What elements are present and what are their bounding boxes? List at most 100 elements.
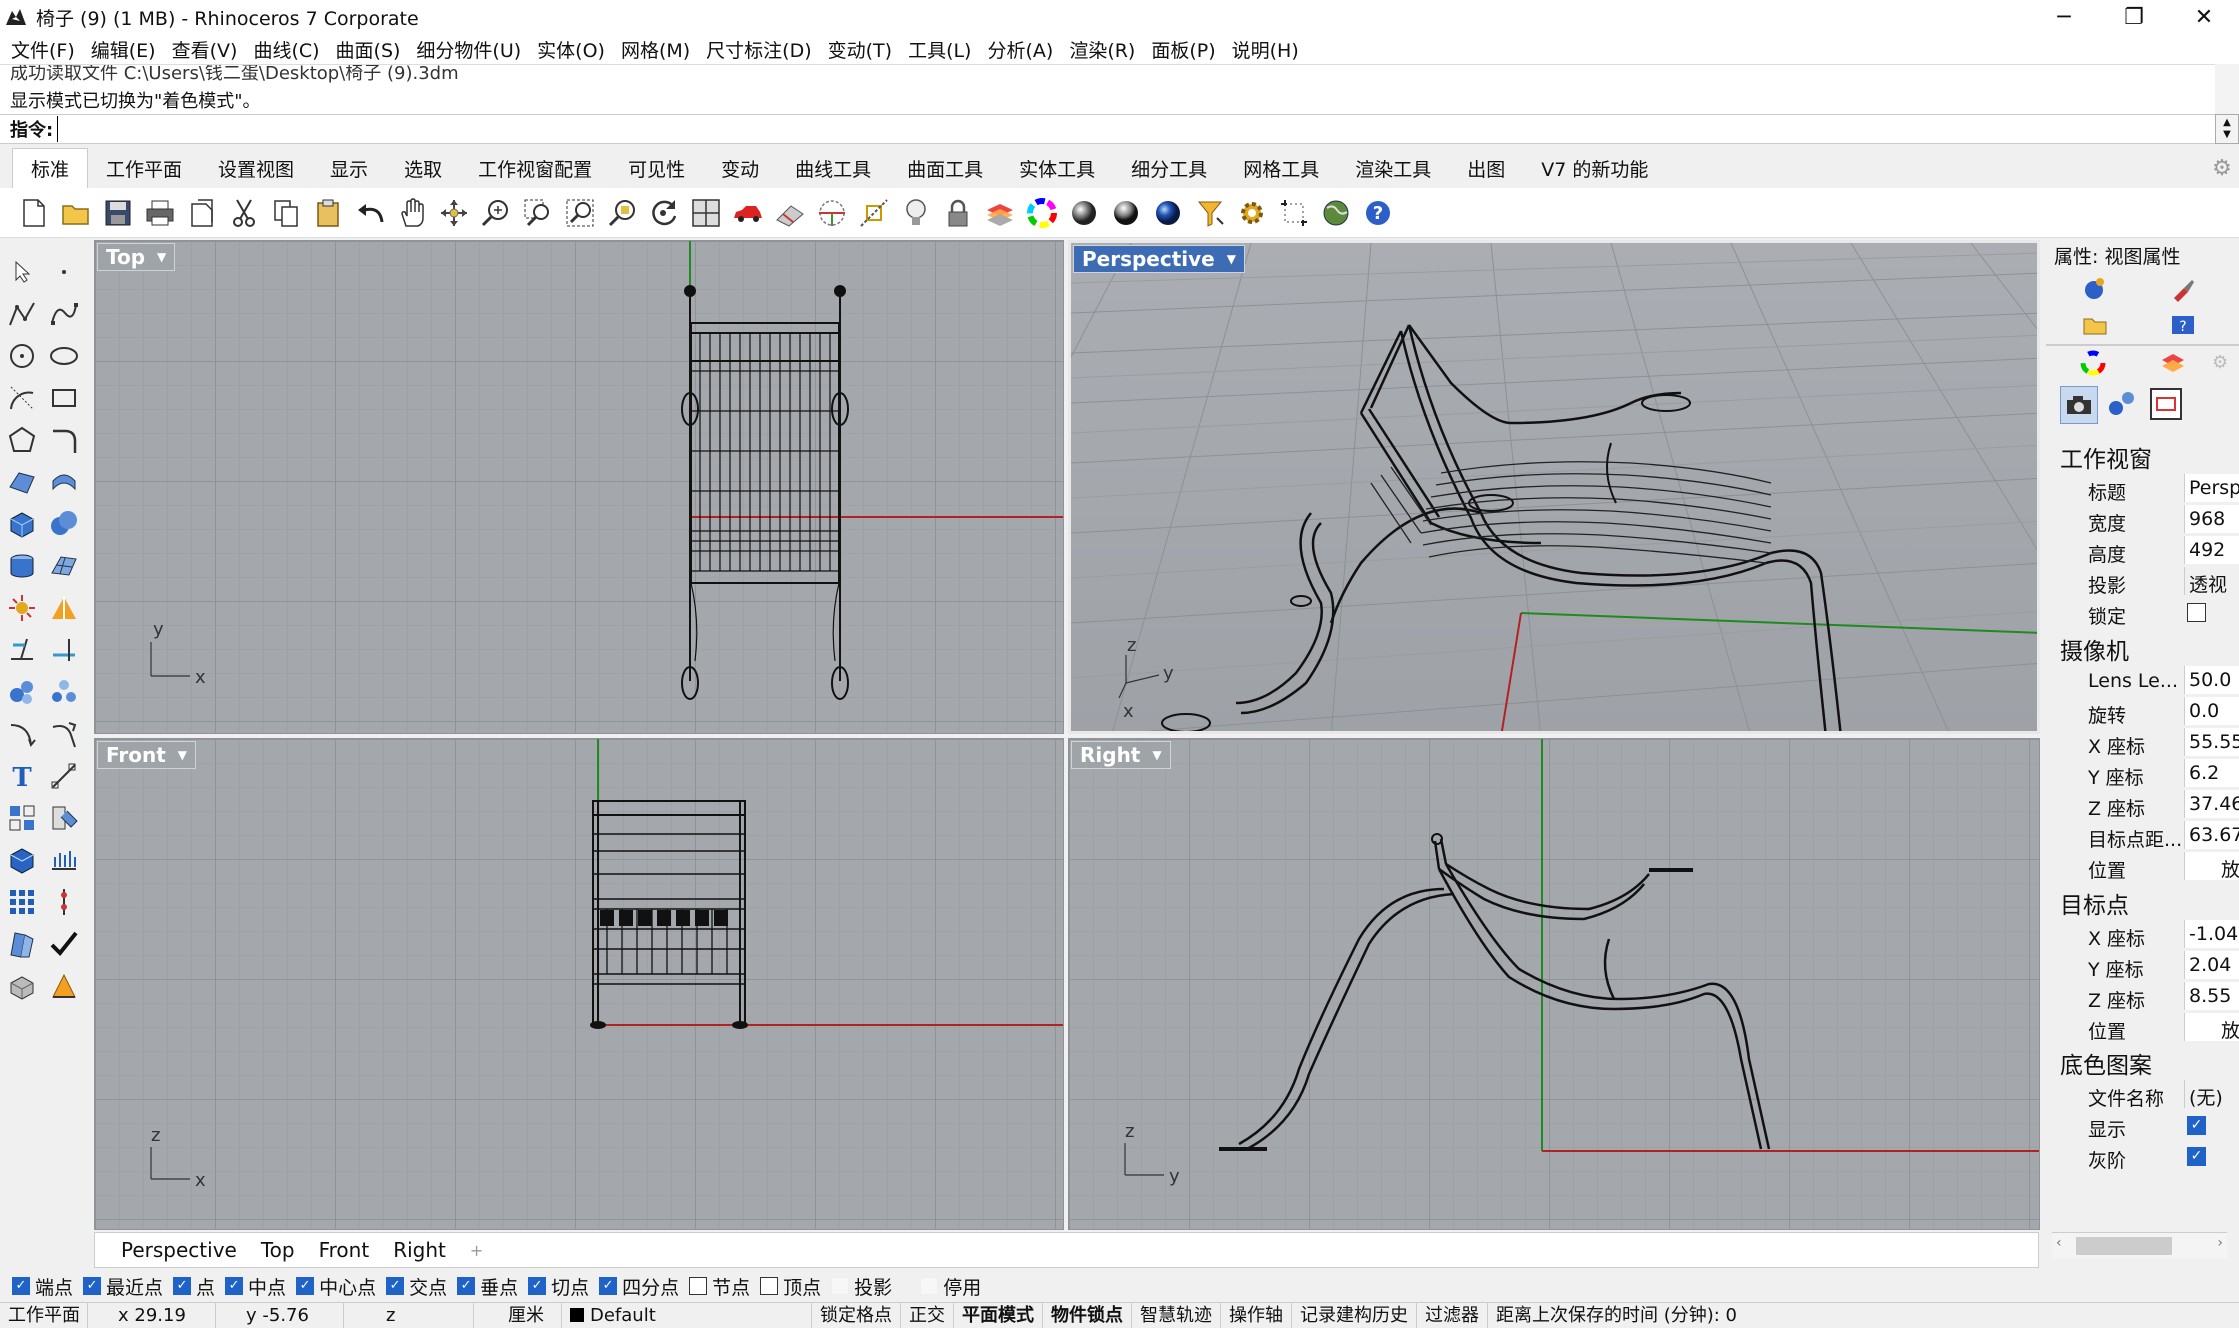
checkbox-icon[interactable]: ✓ [225, 1277, 244, 1295]
menu-file[interactable]: 文件(F) [6, 36, 86, 63]
prop-value[interactable]: 8.55 [2184, 982, 2239, 1010]
checkbox-icon[interactable] [920, 1277, 939, 1295]
menu-mesh[interactable]: 网格(M) [616, 36, 701, 63]
ellipse-icon[interactable] [44, 336, 84, 376]
status-layer[interactable]: Default [562, 1302, 812, 1328]
group-icon[interactable] [2, 672, 42, 712]
block-icon[interactable] [2, 798, 42, 838]
zoom-window-icon[interactable] [518, 193, 558, 233]
chevron-up-icon[interactable]: ▲ [2223, 117, 2231, 129]
cut-icon[interactable] [224, 193, 264, 233]
extrude-surface-icon[interactable] [44, 462, 84, 502]
chevron-down-icon[interactable]: ▼ [157, 250, 166, 264]
mesh-plane-icon[interactable] [44, 546, 84, 586]
lock-checkbox[interactable] [2187, 603, 2206, 622]
chevron-right-icon[interactable]: › [2217, 1235, 2223, 1251]
menu-help[interactable]: 说明(H) [1227, 36, 1310, 63]
color-wheel-icon[interactable] [2080, 350, 2106, 381]
prop-value[interactable]: 492 [2184, 536, 2239, 564]
ungroup-icon[interactable] [44, 672, 84, 712]
cylinder-icon[interactable] [2, 546, 42, 586]
material-brush-icon[interactable] [2170, 276, 2196, 307]
add-tab-icon[interactable]: + [458, 1241, 495, 1260]
gear-options-icon[interactable] [1232, 193, 1272, 233]
trim-icon[interactable] [2, 630, 42, 670]
copy-icon[interactable] [266, 193, 306, 233]
boolean-union-icon[interactable] [44, 504, 84, 544]
open-file-icon[interactable] [56, 193, 96, 233]
chevron-down-icon[interactable]: ▼ [1227, 252, 1236, 266]
checkbox-icon[interactable]: ✓ [296, 1277, 315, 1295]
object-properties-icon[interactable] [2082, 276, 2108, 307]
layer-panel-icon[interactable] [2160, 350, 2186, 381]
color-wheel-icon[interactable] [1022, 193, 1062, 233]
folder-icon[interactable] [2082, 314, 2108, 341]
lock-icon[interactable] [938, 193, 978, 233]
point-icon[interactable] [44, 252, 84, 292]
vp-tab-top[interactable]: Top [249, 1238, 307, 1262]
solid-box-icon[interactable] [2, 840, 42, 880]
osnap-near[interactable]: ✓ 最近点 [83, 1273, 163, 1300]
explode-icon[interactable] [2, 588, 42, 628]
minimize-button[interactable]: ─ [2029, 0, 2099, 34]
osnap-quadrant[interactable]: ✓ 四分点 [599, 1273, 679, 1300]
save-icon[interactable] [98, 193, 138, 233]
status-filter[interactable]: 过滤器 [1417, 1302, 1488, 1328]
import-icon[interactable] [182, 193, 222, 233]
arc-icon[interactable] [2, 378, 42, 418]
analyze-icon[interactable] [44, 798, 84, 838]
viewport-title-right[interactable]: Right ▼ [1071, 741, 1171, 769]
osnap-center[interactable]: ✓ 中心点 [296, 1273, 376, 1300]
status-osnap[interactable]: 物件锁点 [1043, 1302, 1132, 1328]
history-scrollbar[interactable] [2215, 64, 2239, 114]
menu-tools[interactable]: 工具(L) [903, 36, 982, 63]
projection-select[interactable]: 透视 [2184, 567, 2239, 595]
status-cplane[interactable]: 工作平面 [0, 1302, 88, 1328]
curve-icon[interactable] [44, 294, 84, 334]
menu-render[interactable]: 渲染(R) [1064, 36, 1146, 63]
split-icon[interactable] [44, 588, 84, 628]
prop-value[interactable]: 6.2 [2184, 759, 2239, 787]
show-checkbox[interactable]: ✓ [2187, 1116, 2206, 1135]
shaded-sphere-icon[interactable] [1064, 193, 1104, 233]
checkbox-icon[interactable]: ✓ [386, 1277, 405, 1295]
status-gumball[interactable]: 操作轴 [1221, 1302, 1292, 1328]
array-icon[interactable] [2, 882, 42, 922]
menu-view[interactable]: 查看(V) [167, 36, 249, 63]
tab-set-view[interactable]: 设置视图 [200, 155, 312, 188]
menu-solid[interactable]: 实体(O) [532, 36, 616, 63]
osnap-mid[interactable]: ✓ 中点 [225, 1273, 286, 1300]
panel-gear-icon[interactable]: ⚙ [2212, 352, 2228, 373]
checkbox-icon[interactable]: ✓ [599, 1277, 618, 1295]
new-file-icon[interactable] [14, 193, 54, 233]
place-camera-button[interactable]: 放 [2184, 852, 2239, 880]
status-smarttrack[interactable]: 智慧轨迹 [1132, 1302, 1221, 1328]
rectangle-icon[interactable] [44, 378, 84, 418]
extend-icon[interactable] [44, 630, 84, 670]
cplane-icon[interactable] [812, 193, 852, 233]
prop-value[interactable]: 55.55 [2184, 728, 2239, 756]
zoom-extents-icon[interactable] [560, 193, 600, 233]
unroll-icon[interactable] [2, 924, 42, 964]
viewport-perspective[interactable]: z y x Perspective ▼ [1068, 240, 2040, 734]
tab-render-tools[interactable]: 渲染工具 [1337, 155, 1449, 188]
fillet-curve-icon[interactable] [44, 420, 84, 460]
prop-value[interactable]: 968 [2184, 505, 2239, 533]
viewport-title-perspective[interactable]: Perspective ▼ [1073, 245, 1245, 273]
polygon-icon[interactable] [2, 420, 42, 460]
prop-value[interactable]: 2.04 [2184, 951, 2239, 979]
rotate-icon[interactable] [644, 193, 684, 233]
checkbox-icon[interactable] [831, 1277, 850, 1295]
viewport-front[interactable]: z x Front ▼ [94, 738, 1064, 1230]
checkbox-icon[interactable]: ✓ [83, 1277, 102, 1295]
car-icon[interactable] [728, 193, 768, 233]
prop-value[interactable]: 63.67 [2184, 821, 2239, 849]
checkbox-icon[interactable]: ✓ [457, 1277, 476, 1295]
viewport-title-front[interactable]: Front ▼ [97, 741, 197, 769]
tab-transform[interactable]: 变动 [703, 155, 777, 188]
render-sphere-icon[interactable] [1148, 193, 1188, 233]
objects-icon[interactable] [2106, 388, 2138, 425]
dimension-icon[interactable] [44, 756, 84, 796]
osnap-intersection[interactable]: ✓ 交点 [386, 1273, 447, 1300]
surface-corner-icon[interactable] [2, 462, 42, 502]
